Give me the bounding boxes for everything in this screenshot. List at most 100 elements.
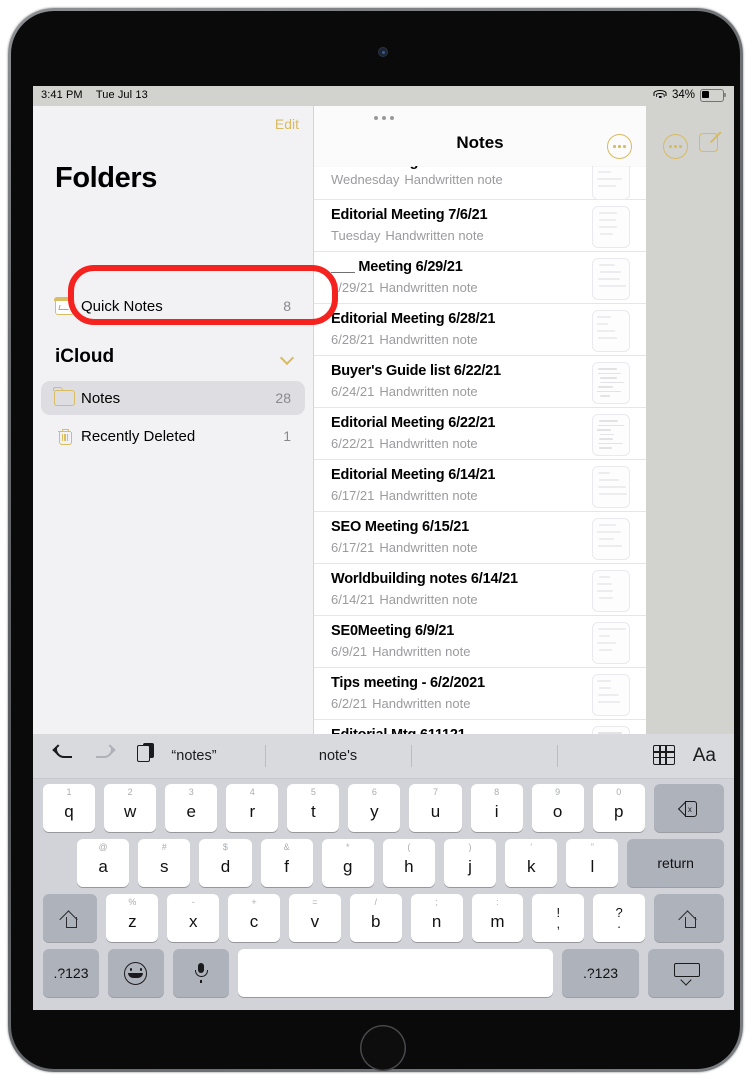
icloud-section-header: iCloud — [55, 346, 114, 368]
key-f[interactable]: & f — [261, 839, 313, 887]
compose-icon[interactable] — [699, 131, 720, 152]
more-circle-icon[interactable] — [663, 134, 688, 159]
key-l[interactable]: ” l — [566, 839, 618, 887]
emoji-icon[interactable] — [108, 949, 164, 997]
note-list-item[interactable]: SE0Meeting 6/9/21 6/9/21 Handwritten note — [314, 616, 646, 668]
note-date: 6/22/21 — [331, 436, 374, 451]
note-thumbnail — [592, 622, 630, 664]
note-meta: Tuesday Handwritten note — [331, 228, 484, 243]
key-o[interactable]: 9o — [532, 784, 584, 832]
key-i[interactable]: 8i — [471, 784, 523, 832]
key-exclam-comma[interactable]: !, — [532, 894, 584, 942]
key-c[interactable]: + c — [228, 894, 280, 942]
note-date: 6/17/21 — [331, 540, 374, 555]
shift-icon[interactable] — [654, 894, 724, 942]
note-meta: 6/24/21 Handwritten note — [331, 384, 478, 399]
ipad-screen: 3:41 PM Tue Jul 13 34% Edit Folders Quic… — [33, 86, 734, 1010]
note-list-item[interactable]: Editorial Meeting 7/6/21 Tuesday Handwritt… — [314, 200, 646, 252]
status-bar: 3:41 PM Tue Jul 13 34% — [33, 86, 734, 106]
edit-button[interactable]: Edit — [275, 116, 299, 132]
key-h[interactable]: (h — [383, 839, 435, 887]
note-title: Worldbuilding notes 6/14/21 — [331, 571, 518, 587]
key-y[interactable]: 6y — [348, 784, 400, 832]
keyboard-dismiss-icon[interactable] — [648, 949, 724, 997]
note-list-item[interactable]: ___ Meeting 6/29/21 6/29/21 Handwritten no… — [314, 252, 646, 304]
note-list-item[interactable]: SEO Meeting 7/7/21WednesdayHandwritten n… — [314, 166, 646, 200]
note-kind: Handwritten note — [379, 436, 477, 451]
note-date: 6/9/21 — [331, 644, 367, 659]
note-meta: 6/28/21 Handwritten note — [331, 332, 478, 347]
microphone-icon[interactable] — [173, 949, 229, 997]
note-meta: 6/14/21 Handwritten note — [331, 592, 478, 607]
key-d[interactable]: $ d — [199, 839, 251, 887]
folder-icon — [51, 390, 77, 406]
note-kind: Handwritten note — [372, 696, 470, 711]
key-p[interactable]: 0p — [593, 784, 645, 832]
sidebar-item-recently-deleted[interactable]: Recently Deleted 1 — [41, 419, 305, 453]
key-question-period[interactable]: ?. — [593, 894, 645, 942]
key-q[interactable]: 1q — [43, 784, 95, 832]
note-list-item[interactable]: Tips meeting - 6/2/2021 6/2/21 Handwritten… — [314, 668, 646, 720]
keyboard-row-1: 1q2w3e4r5t6y7u8i9o0px — [33, 784, 734, 832]
key-r[interactable]: 4r — [226, 784, 278, 832]
undo-icon[interactable] — [53, 744, 73, 762]
note-list-item[interactable]: Worldbuilding notes 6/14/21 6/14/21 Handwr… — [314, 564, 646, 616]
note-list-item[interactable]: Editorial Meeting 6/22/21 6/22/21 Handwrit… — [314, 408, 646, 460]
keyboard-toolbar: “notes” note's Aa — [33, 734, 734, 778]
note-list-item[interactable]: Buyer's Guide list 6/22/21 6/24/21 Handwri… — [314, 356, 646, 408]
status-bar-left: 3:41 PM Tue Jul 13 — [41, 89, 148, 101]
key-s[interactable]: # s — [138, 839, 190, 887]
note-list-item[interactable]: Editorial Meeting 6/28/21 6/28/21 Handwrit… — [314, 304, 646, 356]
key-v[interactable]: = v — [289, 894, 341, 942]
key-g[interactable]: * g — [322, 839, 374, 887]
return-key[interactable]: return — [627, 839, 724, 887]
prediction-divider — [557, 745, 558, 767]
space-key[interactable] — [238, 949, 553, 997]
note-kind: Handwritten note — [379, 488, 477, 503]
note-meta: 6/9/21 Handwritten note — [331, 644, 470, 659]
note-meta: 6/17/21 Handwritten note — [331, 540, 478, 555]
note-title: SE0Meeting 6/9/21 — [331, 623, 454, 639]
key-u[interactable]: 7u — [409, 784, 461, 832]
note-kind: Handwritten note — [379, 384, 477, 399]
key-z[interactable]: % z — [106, 894, 158, 942]
key-w[interactable]: 2w — [104, 784, 156, 832]
key-b[interactable]: / b — [350, 894, 402, 942]
note-date: 6/17/21 — [331, 488, 374, 503]
backspace-icon[interactable]: x — [654, 784, 724, 832]
redo-icon[interactable] — [95, 744, 115, 762]
note-date: 6/2/21 — [331, 696, 367, 711]
numeric-switch-right-key[interactable]: .?123 — [562, 949, 638, 997]
key-m[interactable]: :m — [472, 894, 524, 942]
sidebar-item-notes[interactable]: Notes 28 — [41, 381, 305, 415]
note-date: Tuesday — [331, 228, 380, 243]
key-a[interactable]: @ a — [77, 839, 129, 887]
note-title: Editorial Meeting 6/14/21 — [331, 467, 495, 483]
prediction-candidate-2[interactable]: note's — [265, 734, 411, 778]
format-button[interactable]: Aa — [693, 746, 716, 765]
note-date: 6/14/21 — [331, 592, 374, 607]
key-n[interactable]: ; n — [411, 894, 463, 942]
prediction-candidate-3[interactable] — [411, 734, 557, 778]
key-e[interactable]: 3e — [165, 784, 217, 832]
sidebar-item-count: 28 — [275, 390, 291, 406]
note-list-item[interactable]: Editorial Meeting 6/14/21 6/17/21 Handwrit… — [314, 460, 646, 512]
key-x[interactable]: -x — [167, 894, 219, 942]
key-t[interactable]: 5t — [287, 784, 339, 832]
shift-icon[interactable] — [43, 894, 97, 942]
keyboard-row-2: @ a # s $ d & f * g(h) j ‘k” l return — [33, 839, 734, 887]
front-camera — [379, 48, 387, 56]
home-button[interactable] — [360, 1025, 406, 1071]
numeric-switch-left-key[interactable]: .?123 — [43, 949, 99, 997]
note-list-item[interactable]: SEO Meeting 6/15/21 6/17/21 Handwritten no… — [314, 512, 646, 564]
more-circle-icon[interactable] — [607, 134, 632, 159]
chevron-down-icon[interactable] — [281, 351, 293, 363]
grabber-dots-icon[interactable] — [374, 116, 394, 120]
wifi-icon — [654, 90, 667, 100]
note-title: Editorial Meeting 6/28/21 — [331, 311, 495, 327]
note-title: Tips meeting - 6/2/2021 — [331, 675, 485, 691]
prediction-candidate-1[interactable]: “notes” — [123, 734, 265, 778]
table-icon[interactable] — [653, 745, 675, 765]
key-k[interactable]: ‘k — [505, 839, 557, 887]
key-j[interactable]: ) j — [444, 839, 496, 887]
